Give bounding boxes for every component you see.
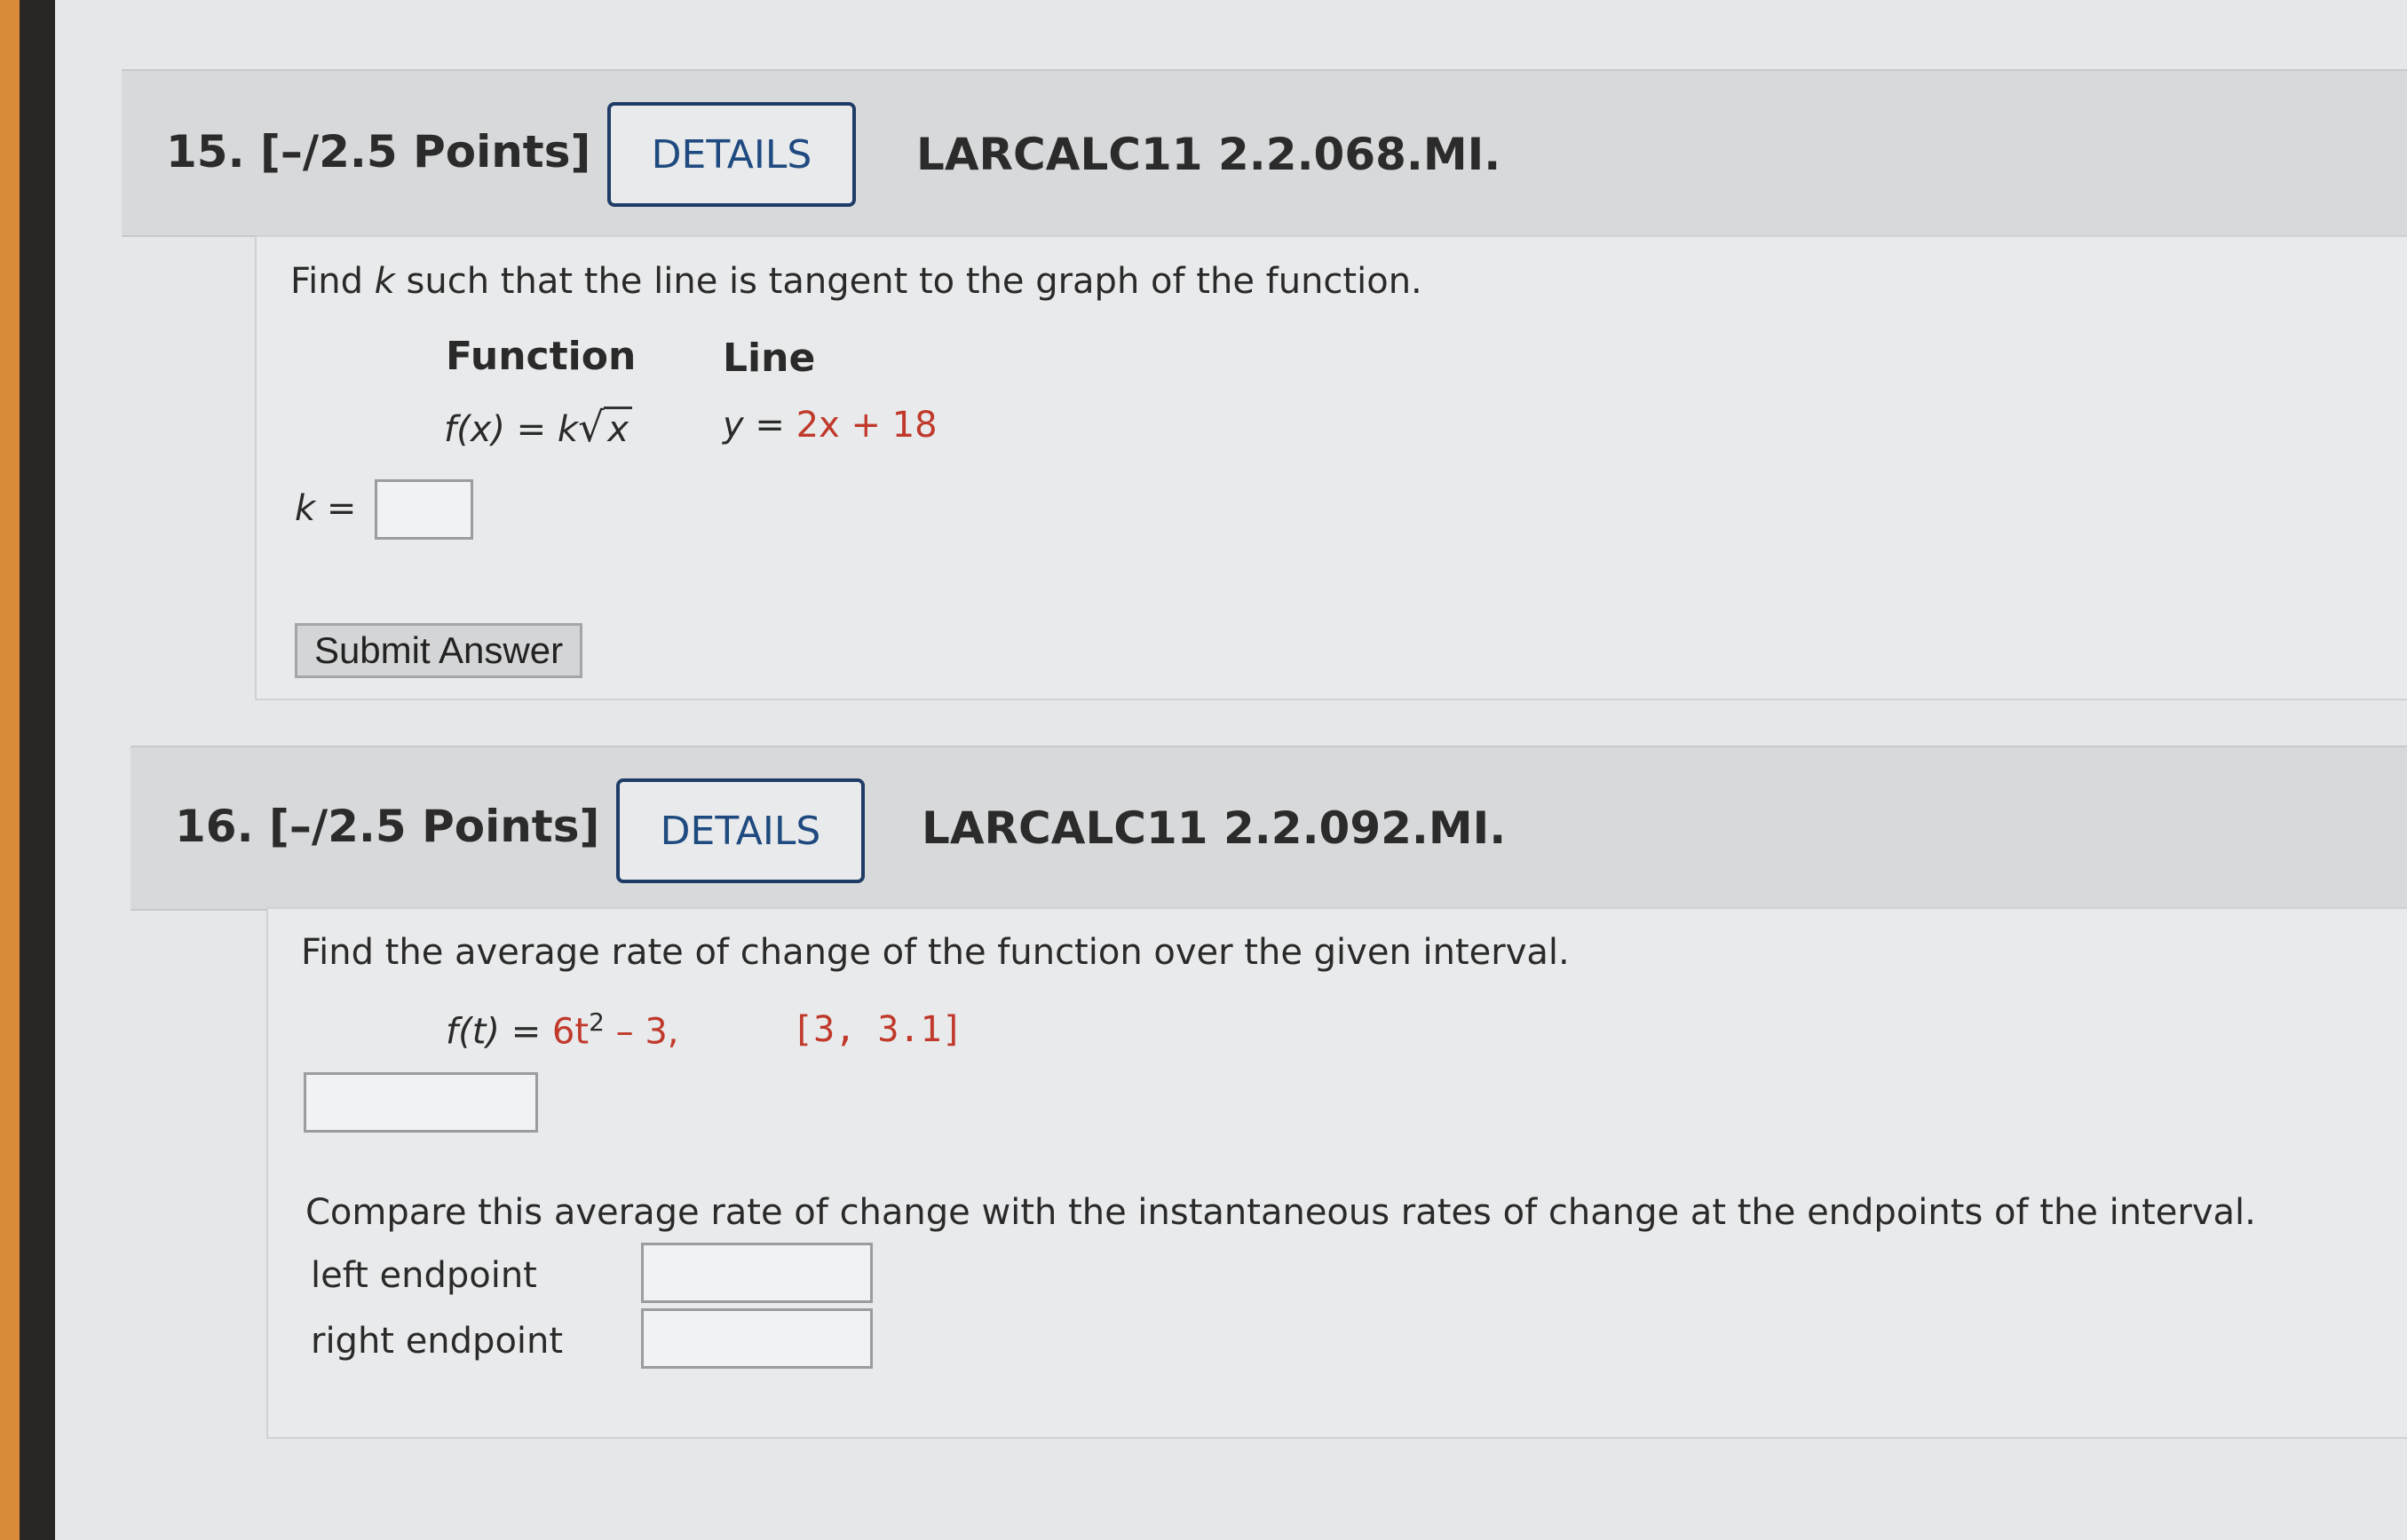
line-rhs: 2x + 18 [796,405,938,446]
page-content: 15. [–/2.5 Points] DETAILS LARCALC11 2.2… [55,0,2407,1540]
left-endpoint-label: left endpoint [311,1255,537,1296]
submit-answer-button[interactable]: Submit Answer [295,623,582,678]
line-lhs: y = [723,405,796,446]
desk-edge [0,0,20,1540]
question-16-code: LARCALC11 2.2.092.MI. [922,802,1507,854]
prompt-text: Find [290,261,375,302]
question-16-prompt: Find the average rate of change of the f… [301,932,1570,973]
average-rate-input[interactable] [304,1072,538,1133]
q16-function-expression: f(t) = 6t2 – 3, [446,1007,678,1052]
q16-function-rest: – 3, [604,1011,679,1053]
function-expression: f(x) = k√ x [444,403,633,451]
question-16-body [266,907,2407,1439]
right-endpoint-input[interactable] [641,1308,873,1369]
question-16-title: 16. [–/2.5 Points] [175,801,600,852]
k-answer-label: k = [295,488,357,529]
right-endpoint-label: right endpoint [311,1321,564,1362]
line-expression: y = 2x + 18 [723,405,938,446]
prompt-variable: k [374,261,395,302]
question-15-prompt: Find k such that the line is tangent to … [290,261,1422,302]
q16-function-lhs: f(t) = [446,1011,552,1053]
compare-prompt: Compare this average rate of change with… [305,1192,2256,1233]
question-15-details-button[interactable]: DETAILS [607,102,856,207]
question-15-code: LARCALC11 2.2.068.MI. [916,129,1501,180]
q16-exponent: 2 [589,1007,605,1037]
q16-interval: [3, 3.1] [792,1009,963,1050]
radicand: x [604,407,633,450]
function-column-header: Function [446,334,637,379]
left-endpoint-input[interactable] [641,1243,873,1303]
line-column-header: Line [723,336,816,381]
k-answer-input[interactable] [375,479,473,540]
q16-coefficient: 6t [551,1011,590,1053]
monitor-bezel [20,0,55,1540]
sqrt-symbol: √ [578,403,605,451]
prompt-text-rest: such that the line is tangent to the gra… [394,261,1422,302]
question-16-details-button[interactable]: DETAILS [616,778,865,883]
function-lhs: f(x) = k [444,409,579,450]
question-15-title: 15. [–/2.5 Points] [166,126,591,178]
